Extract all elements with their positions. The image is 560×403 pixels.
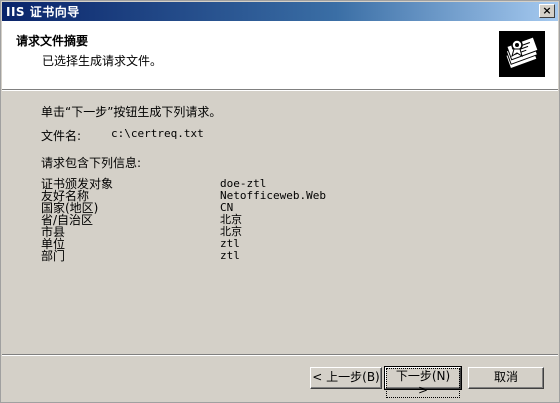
cancel-button[interactable]: 取消: [468, 367, 544, 389]
header-divider: [2, 90, 558, 91]
info-value: Netofficeweb.Web: [220, 189, 326, 202]
instruction-text: 单击“下一步”按钮生成下列请求。: [41, 105, 222, 119]
page-title: 请求文件摘要: [16, 34, 89, 48]
info-key: 部门: [41, 249, 66, 263]
filename-label: 文件名:: [41, 129, 82, 143]
next-button-label: 下一步(N) >: [386, 368, 460, 398]
next-button[interactable]: 下一步(N) >: [384, 366, 462, 398]
filename-value: c:\certreq.txt: [111, 127, 204, 140]
title-bar[interactable]: IIS 证书向导 ×: [2, 2, 558, 21]
info-heading: 请求包含下列信息:: [41, 156, 142, 170]
wizard-window: IIS 证书向导 × 请求文件摘要 已选择生成请求文件。 单击“下一步”按钮生成…: [0, 0, 560, 403]
wizard-header: 请求文件摘要 已选择生成请求文件。: [2, 21, 558, 90]
close-button[interactable]: ×: [539, 4, 555, 18]
window-title: IIS 证书向导: [6, 5, 80, 19]
certificate-icon: [499, 31, 545, 77]
page-subtitle: 已选择生成请求文件。: [42, 54, 163, 68]
info-value: ztl: [220, 249, 240, 262]
back-button[interactable]: < 上一步(B): [310, 367, 382, 389]
button-separator: [2, 354, 558, 356]
